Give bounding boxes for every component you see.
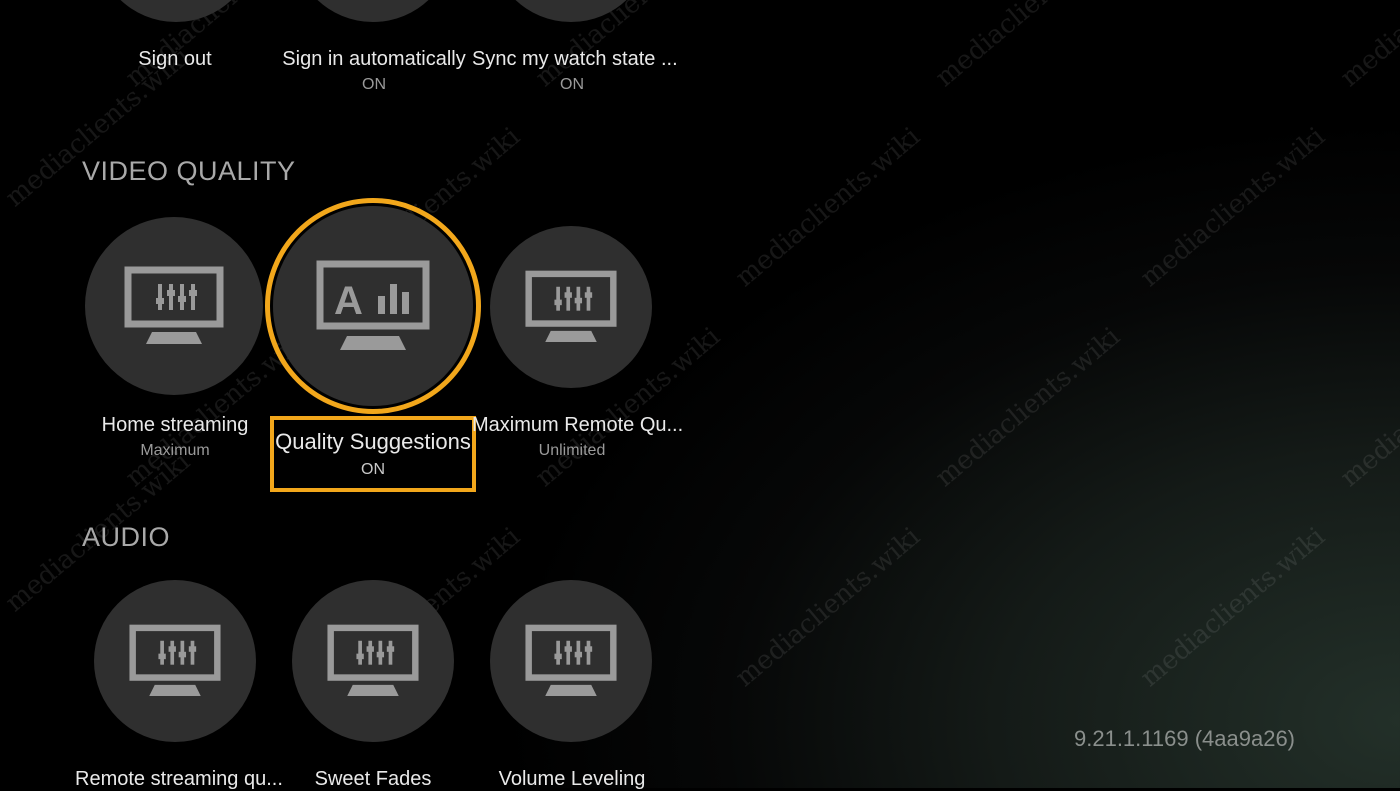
equalizer-monitor-icon bbox=[525, 624, 617, 696]
watermark-text: mediaclients.wiki bbox=[930, 0, 1126, 93]
sync-watch-state-label: Sync my watch state ... bbox=[472, 48, 678, 70]
watermark-text: mediaclients.wiki bbox=[1135, 521, 1331, 693]
home-streaming-value: Maximum bbox=[140, 442, 210, 459]
maximum-remote-quality-label: Maximum Remote Qu... bbox=[472, 414, 684, 436]
sign-in-automatically-button[interactable] bbox=[292, 0, 454, 22]
maximum-remote-quality-value: Unlimited bbox=[538, 442, 606, 459]
watermark-text: mediaclients.wiki bbox=[730, 121, 926, 293]
equalizer-monitor-icon bbox=[327, 624, 419, 696]
watermark-text: mediaclients.wiki bbox=[930, 321, 1126, 493]
watermark-text: mediaclients.wiki bbox=[1335, 321, 1400, 493]
quality-suggestions-label: Quality Suggestions bbox=[275, 429, 471, 454]
svg-text:A: A bbox=[334, 279, 363, 323]
sign-in-automatically-value: ON bbox=[362, 76, 386, 93]
home-streaming-button[interactable] bbox=[85, 217, 263, 395]
section-title-audio: AUDIO bbox=[82, 522, 171, 552]
home-streaming-label: Home streaming bbox=[101, 414, 249, 436]
equalizer-monitor-icon bbox=[525, 270, 617, 342]
remote-streaming-quality-button[interactable] bbox=[94, 580, 256, 742]
sign-in-automatically-label: Sign in automatically bbox=[282, 48, 466, 70]
section-title-video-quality: VIDEO QUALITY bbox=[82, 156, 296, 186]
quality-suggestions-button[interactable]: A bbox=[273, 206, 473, 406]
sweet-fades-button[interactable] bbox=[292, 580, 454, 742]
equalizer-monitor-icon bbox=[129, 624, 221, 696]
watermark-text: mediaclients.wiki bbox=[1335, 0, 1400, 93]
watermark-text: mediaclients.wiki bbox=[1135, 121, 1331, 293]
sign-out-label: Sign out bbox=[138, 48, 212, 70]
equalizer-monitor-icon bbox=[124, 266, 224, 344]
version-text: 9.21.1.1169 (4aa9a26) bbox=[1074, 726, 1295, 751]
sign-out-button[interactable] bbox=[95, 0, 257, 22]
watermark-text: mediaclients.wiki bbox=[730, 521, 926, 693]
maximum-remote-quality-button[interactable] bbox=[490, 226, 652, 388]
quality-suggestions-monitor-icon: A bbox=[316, 260, 430, 350]
sync-watch-state-button[interactable] bbox=[490, 0, 652, 22]
volume-leveling-button[interactable] bbox=[490, 580, 652, 742]
sync-watch-state-value: ON bbox=[560, 76, 584, 93]
quality-suggestions-value: ON bbox=[361, 461, 385, 478]
